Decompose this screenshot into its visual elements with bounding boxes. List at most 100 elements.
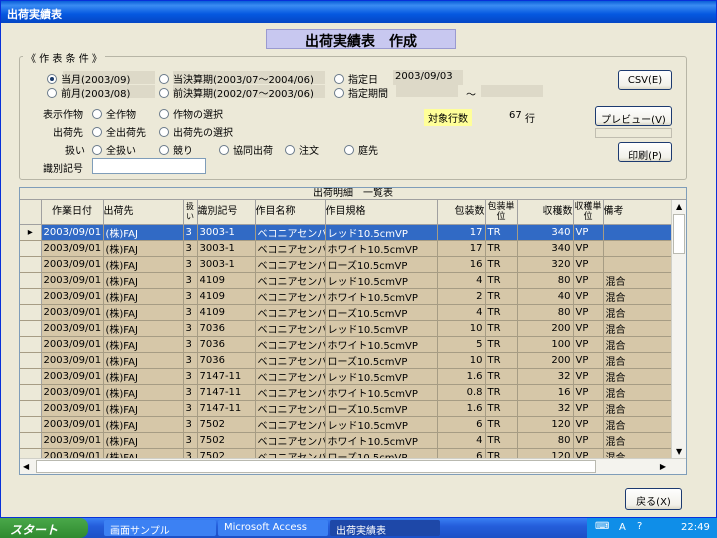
table-row[interactable]: 2003/09/01 (株)FAJ 3 7147-11 ベコニアセンパ ローズ10.5cm… (20, 400, 673, 417)
table-cell[interactable]: ベコニアセンパ (255, 256, 326, 273)
table-cell[interactable]: (株)FAJ (103, 304, 184, 321)
table-cell[interactable]: ベコニアセンパ (255, 432, 326, 449)
column-header[interactable]: 作業日付 (41, 200, 104, 225)
row-selector[interactable]: ▸ (20, 224, 42, 241)
table-cell[interactable]: (株)FAJ (103, 384, 184, 401)
table-cell[interactable] (603, 240, 673, 257)
table-cell[interactable]: 16 (437, 256, 486, 273)
row-selector[interactable] (20, 400, 42, 417)
table-cell[interactable]: TR (485, 336, 518, 353)
table-cell[interactable]: TR (485, 240, 518, 257)
table-cell[interactable]: 6 (437, 416, 486, 433)
table-row[interactable]: 2003/09/01 (株)FAJ 3 4109 ベコニアセンパ ローズ10.5cmVP 4… (20, 304, 673, 321)
task-screen-sample[interactable]: 画面サンプル (104, 520, 216, 537)
radio-order[interactable]: 注文 (285, 142, 319, 157)
table-cell[interactable]: TR (485, 384, 518, 401)
table-cell[interactable]: ベコニアセンパ (255, 224, 326, 241)
row-selector[interactable] (20, 336, 42, 353)
column-header[interactable]: 収穫数 (517, 200, 574, 225)
table-cell[interactable]: ベコニアセンパ (255, 304, 326, 321)
table-cell[interactable]: レッド10.5cmVP (325, 368, 438, 385)
scroll-down-icon[interactable]: ▼ (676, 447, 682, 456)
ime-mode-label[interactable]: A (619, 522, 626, 533)
radio-specified-period[interactable]: 指定期間 (334, 85, 388, 100)
table-cell[interactable]: 100 (517, 336, 574, 353)
table-cell[interactable]: 2003/09/01 (41, 240, 104, 257)
table-cell[interactable]: 340 (517, 240, 574, 257)
table-cell[interactable]: VP (573, 432, 604, 449)
table-cell[interactable]: ベコニアセンパ (255, 352, 326, 369)
table-cell[interactable]: VP (573, 384, 604, 401)
column-header[interactable]: 備考 (603, 200, 673, 225)
radio-specified-date[interactable]: 指定日 (334, 71, 378, 86)
table-cell[interactable]: 320 (517, 256, 574, 273)
table-cell[interactable]: (株)FAJ (103, 288, 184, 305)
row-selector[interactable] (20, 256, 42, 273)
table-cell[interactable]: 340 (517, 224, 574, 241)
scroll-right-icon[interactable]: ▶ (660, 462, 666, 471)
table-cell[interactable]: ベコニアセンパ (255, 368, 326, 385)
table-cell[interactable]: (株)FAJ (103, 256, 184, 273)
table-row[interactable]: 2003/09/01 (株)FAJ 3 4109 ベコニアセンパ レッド10.5cmVP 4… (20, 272, 673, 289)
table-cell[interactable]: 32 (517, 400, 574, 417)
table-cell[interactable]: 3003-1 (197, 240, 256, 257)
table-cell[interactable]: 混合 (603, 400, 673, 417)
help-icon[interactable]: ? (637, 521, 642, 532)
table-cell[interactable]: VP (573, 320, 604, 337)
table-cell[interactable]: 7502 (197, 432, 256, 449)
column-header[interactable]: 包装単位 (485, 200, 518, 225)
table-row[interactable]: 2003/09/01 (株)FAJ 3 7036 ベコニアセンパ レッド10.5cmVP 1… (20, 320, 673, 337)
table-cell[interactable]: (株)FAJ (103, 352, 184, 369)
table-cell[interactable]: 1.6 (437, 368, 486, 385)
radio-all-crops[interactable]: 全作物 (92, 106, 136, 121)
table-cell[interactable]: 混合 (603, 272, 673, 289)
table-cell[interactable]: VP (573, 256, 604, 273)
table-cell[interactable]: ローズ10.5cmVP (325, 256, 438, 273)
table-cell[interactable]: (株)FAJ (103, 272, 184, 289)
table-cell[interactable]: 80 (517, 272, 574, 289)
table-cell[interactable]: TR (485, 416, 518, 433)
table-cell[interactable]: 3 (183, 224, 198, 241)
table-cell[interactable]: 3 (183, 320, 198, 337)
table-cell[interactable]: 7502 (197, 416, 256, 433)
radio-select-crop[interactable]: 作物の選択 (159, 106, 223, 121)
period-start-field[interactable] (396, 85, 458, 97)
vertical-scrollbar[interactable]: ▲ ▼ (671, 200, 686, 458)
table-cell[interactable]: 2 (437, 288, 486, 305)
table-cell[interactable]: 2003/09/01 (41, 336, 104, 353)
table-cell[interactable]: TR (485, 352, 518, 369)
table-cell[interactable]: 16 (517, 384, 574, 401)
table-row[interactable]: 2003/09/01 (株)FAJ 3 4109 ベコニアセンパ ホワイト10.5cmVP… (20, 288, 673, 305)
table-cell[interactable]: TR (485, 304, 518, 321)
table-cell[interactable]: 混合 (603, 288, 673, 305)
table-cell[interactable]: (株)FAJ (103, 336, 184, 353)
table-cell[interactable]: 混合 (603, 336, 673, 353)
table-cell[interactable]: VP (573, 368, 604, 385)
table-cell[interactable]: 2003/09/01 (41, 400, 104, 417)
table-cell[interactable]: TR (485, 320, 518, 337)
table-cell[interactable]: ベコニアセンパ (255, 384, 326, 401)
column-header[interactable]: 収穫単位 (573, 200, 604, 225)
keyboard-icon[interactable]: ⌨ (595, 521, 609, 532)
table-cell[interactable]: 混合 (603, 432, 673, 449)
table-cell[interactable]: VP (573, 400, 604, 417)
table-cell[interactable]: 32 (517, 368, 574, 385)
table-cell[interactable]: 2003/09/01 (41, 320, 104, 337)
table-cell[interactable]: TR (485, 288, 518, 305)
table-cell[interactable]: TR (485, 224, 518, 241)
radio-auction[interactable]: 競り (159, 142, 193, 157)
table-cell[interactable]: (株)FAJ (103, 368, 184, 385)
period-end-field[interactable] (481, 85, 543, 97)
row-selector[interactable] (20, 368, 42, 385)
row-selector[interactable] (20, 304, 42, 321)
column-header[interactable]: 包装数 (437, 200, 486, 225)
table-cell[interactable]: TR (485, 272, 518, 289)
table-cell[interactable]: 2003/09/01 (41, 352, 104, 369)
scroll-up-icon[interactable]: ▲ (676, 202, 682, 211)
row-selector[interactable] (20, 416, 42, 433)
table-cell[interactable]: VP (573, 288, 604, 305)
table-cell[interactable]: TR (485, 432, 518, 449)
table-cell[interactable]: 1.6 (437, 400, 486, 417)
table-cell[interactable]: 3 (183, 400, 198, 417)
table-cell[interactable]: 4 (437, 432, 486, 449)
